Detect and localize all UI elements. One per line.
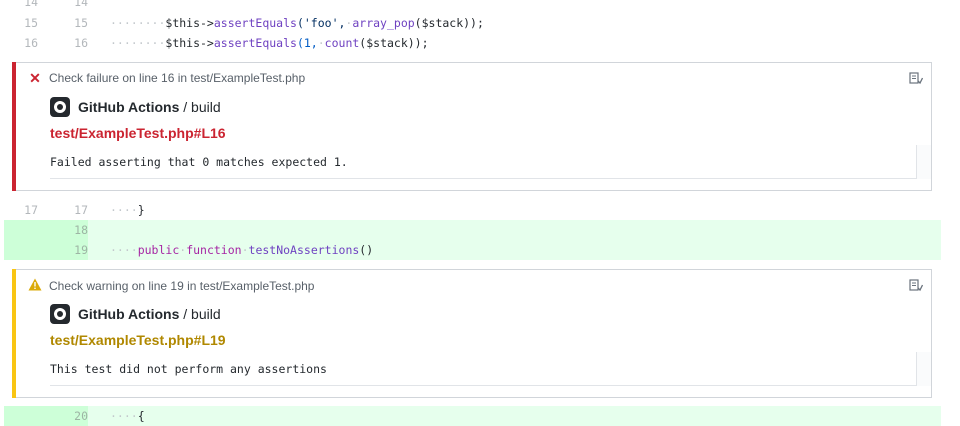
github-logo-icon (50, 304, 70, 324)
note-edit-icon[interactable] (909, 71, 924, 85)
old-line-number[interactable]: 14 (4, 0, 38, 12)
new-line-number[interactable]: 14 (38, 0, 88, 12)
old-line-number[interactable] (4, 220, 38, 240)
old-line-number[interactable] (4, 406, 38, 426)
github-logo-icon (50, 97, 70, 117)
app-attribution: GitHub Actions / build (50, 304, 221, 324)
code-token: (1, (296, 36, 318, 50)
annotation-title: Check warning on line 19 in test/Example… (49, 278, 315, 293)
diff-line: 17 17 ····} (4, 200, 941, 220)
scrollbar-track[interactable] (917, 352, 931, 386)
code-token: $this-> (165, 36, 214, 50)
old-line-number[interactable]: 16 (4, 33, 38, 53)
code-content: ········$this->assertEquals(1,·count($st… (88, 33, 429, 53)
diff-line: 16 16 ········$this->assertEquals(1,·cou… (4, 33, 941, 53)
new-line-number[interactable]: 19 (38, 240, 88, 260)
app-name[interactable]: GitHub Actions (78, 306, 179, 322)
code-token: assertEquals (213, 16, 297, 30)
code-token: $this-> (165, 16, 214, 30)
diff-line-added: 19 ····public·function·testNoAssertions(… (4, 240, 941, 260)
scrollbar-track[interactable] (917, 145, 931, 179)
code-token: assertEquals (213, 36, 297, 50)
check-failure-annotation: ✕ Check failure on line 16 in test/Examp… (12, 62, 932, 191)
code-token: · (317, 36, 325, 50)
annotation-message: Failed asserting that 0 matches expected… (50, 145, 917, 179)
diff-line-added: 20 ····{ (4, 406, 941, 426)
code-token: { (137, 409, 145, 423)
note-edit-icon[interactable] (909, 278, 924, 292)
workflow-name: / build (179, 306, 221, 322)
x-icon: ✕ (29, 70, 41, 86)
annotation-header: ✕ Check failure on line 16 in test/Examp… (28, 71, 305, 85)
diff-line: 14 14 (4, 0, 941, 12)
code-token: count (324, 36, 360, 50)
code-token: ($stack)); (359, 36, 429, 50)
whitespace-dots: ···· (110, 203, 138, 217)
whitespace-dots: ···· (110, 243, 138, 257)
annotation-title: Check failure on line 16 in test/Example… (49, 71, 306, 85)
code-content: ····{ (88, 406, 145, 426)
annotation-file-link[interactable]: test/ExampleTest.php#L19 (50, 332, 226, 348)
new-line-number[interactable]: 16 (38, 33, 88, 53)
annotation-file-link[interactable]: test/ExampleTest.php#L16 (50, 125, 226, 141)
failure-indicator-bar (12, 62, 16, 191)
app-attribution: GitHub Actions / build (50, 97, 221, 117)
code-token: public (137, 243, 180, 257)
annotation-message: This test did not perform any assertions (50, 352, 917, 386)
whitespace-dots: ···· (110, 409, 138, 423)
workflow-name: / build (179, 99, 221, 115)
old-line-number[interactable]: 15 (4, 13, 38, 33)
code-content: ····public·function·testNoAssertions() (88, 240, 373, 260)
code-content (88, 220, 110, 240)
whitespace-dot: · (241, 243, 249, 257)
annotation-header: Check warning on line 19 in test/Example… (28, 278, 314, 293)
warning-indicator-bar (12, 269, 16, 398)
code-token: ($stack)); (414, 16, 484, 30)
code-content: ····} (88, 200, 145, 220)
whitespace-dots: ········ (110, 36, 166, 50)
diff-line-added: 18 (4, 220, 941, 240)
whitespace-dots: ········ (110, 16, 166, 30)
new-line-number[interactable]: 20 (38, 406, 88, 426)
new-line-number[interactable]: 17 (38, 200, 88, 220)
new-line-number[interactable]: 18 (38, 220, 88, 240)
code-token: array_pop (352, 16, 415, 30)
code-token: ('foo', (296, 16, 346, 30)
code-token: testNoAssertions (248, 243, 360, 257)
code-token: } (137, 203, 145, 217)
alert-triangle-icon (28, 278, 42, 293)
old-line-number[interactable] (4, 240, 38, 260)
new-line-number[interactable]: 15 (38, 13, 88, 33)
old-line-number[interactable]: 17 (4, 200, 38, 220)
code-content: ········$this->assertEquals('foo',·array… (88, 13, 484, 33)
code-token: function (186, 243, 242, 257)
app-name[interactable]: GitHub Actions (78, 99, 179, 115)
code-content (88, 0, 110, 12)
check-warning-annotation: Check warning on line 19 in test/Example… (12, 269, 932, 398)
diff-line: 15 15 ········$this->assertEquals('foo',… (4, 13, 941, 33)
code-token: () (359, 243, 374, 257)
